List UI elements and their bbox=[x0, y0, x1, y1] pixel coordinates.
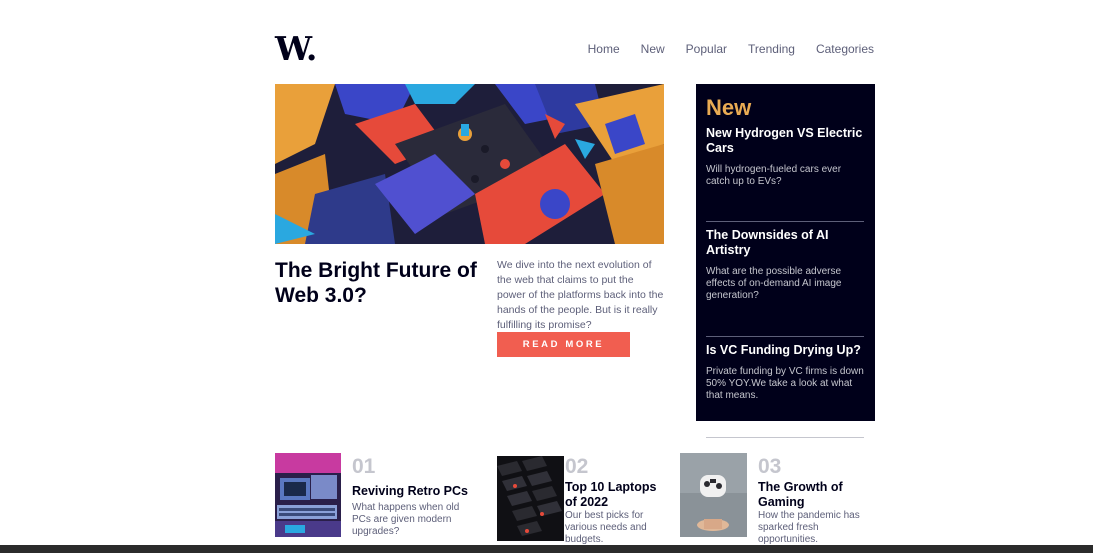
article-1-desc: What happens when old PCs are given mode… bbox=[352, 502, 460, 537]
article-1-title[interactable]: Reviving Retro PCs bbox=[352, 484, 482, 499]
nav-trending[interactable]: Trending bbox=[748, 42, 795, 56]
new-panel: New New Hydrogen VS Electric Cars Will h… bbox=[696, 84, 875, 421]
article-3-title[interactable]: The Growth of Gaming bbox=[758, 480, 868, 510]
hero-description: We dive into the next evolution of the w… bbox=[497, 259, 664, 331]
main-nav: Home New Popular Trending Categories bbox=[588, 42, 874, 56]
nav-new[interactable]: New bbox=[641, 42, 665, 56]
new-item-desc: Private funding by VC firms is down 50% … bbox=[706, 366, 864, 401]
new-item-3[interactable]: Is VC Funding Drying Up? Private funding… bbox=[706, 343, 866, 402]
nav-home[interactable]: Home bbox=[588, 42, 620, 56]
article-1-image[interactable] bbox=[275, 453, 341, 537]
article-2-number: 02 bbox=[565, 455, 589, 478]
new-item-2[interactable]: The Downsides of AI Artistry What are th… bbox=[706, 228, 866, 302]
new-item-title[interactable]: New Hydrogen VS Electric Cars bbox=[706, 126, 866, 156]
new-item-title[interactable]: Is VC Funding Drying Up? bbox=[706, 343, 866, 358]
new-item-title[interactable]: The Downsides of AI Artistry bbox=[706, 228, 866, 258]
article-2-title[interactable]: Top 10 Laptops of 2022 bbox=[565, 480, 665, 510]
article-2-image[interactable] bbox=[497, 456, 564, 541]
new-heading: New bbox=[706, 95, 752, 120]
article-2-desc: Our best picks for various needs and bud… bbox=[565, 510, 647, 545]
article-3-desc: How the pandemic has sparked fresh oppor… bbox=[758, 510, 860, 545]
nav-popular[interactable]: Popular bbox=[686, 42, 727, 56]
hero-image bbox=[275, 84, 664, 244]
new-item-desc: Will hydrogen-fueled cars ever catch up … bbox=[706, 164, 842, 187]
new-item-desc: What are the possible adverse effects of… bbox=[706, 266, 842, 301]
nav-categories[interactable]: Categories bbox=[816, 42, 874, 56]
site-logo[interactable]: W. bbox=[275, 32, 317, 65]
bottom-bar bbox=[0, 545, 1093, 553]
article-1-number: 01 bbox=[352, 455, 376, 478]
article-3-number: 03 bbox=[758, 455, 782, 478]
new-divider bbox=[706, 221, 864, 222]
hero-title[interactable]: The Bright Future of Web 3.0? bbox=[275, 258, 490, 308]
article-3-image[interactable] bbox=[680, 453, 747, 537]
bottom-divider bbox=[706, 437, 864, 438]
new-divider bbox=[706, 336, 864, 337]
read-more-button[interactable]: READ MORE bbox=[497, 332, 630, 357]
new-item-1[interactable]: New Hydrogen VS Electric Cars Will hydro… bbox=[706, 126, 866, 188]
